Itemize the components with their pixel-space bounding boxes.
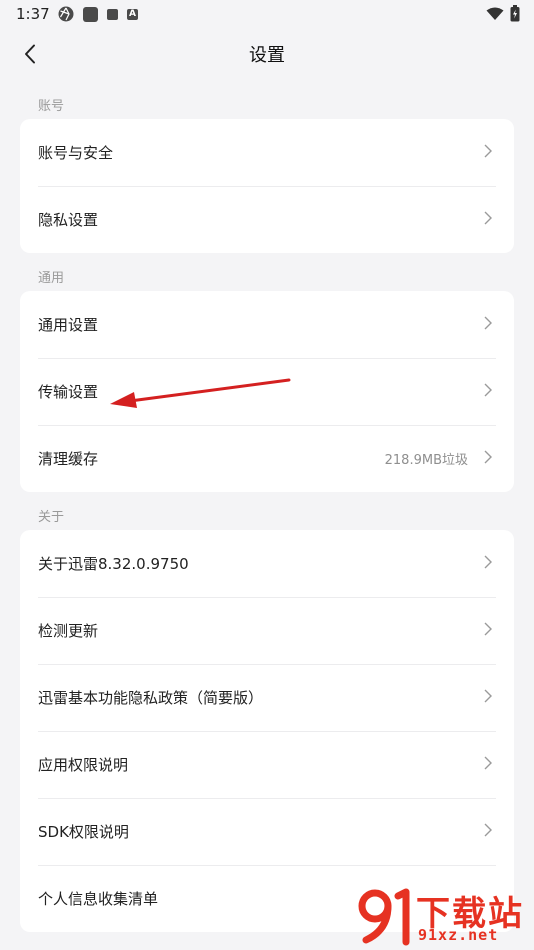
card-general: 通用设置 传输设置 清理缓存 218.9MB垃圾 [20, 291, 514, 492]
navigation-bar: 设置 [0, 28, 534, 80]
section-label-account: 账号 [38, 99, 65, 114]
chevron-right-icon [484, 689, 492, 703]
row-label: SDK权限说明 [38, 823, 129, 841]
a-notification-icon: A [127, 8, 138, 20]
watermark-domain: 91xz.net [418, 926, 499, 944]
chevron-right-icon [484, 316, 492, 330]
settings-row-account-security[interactable]: 账号与安全 [20, 119, 514, 186]
settings-row-privacy[interactable]: 隐私设置 [20, 186, 514, 253]
row-label: 隐私设置 [38, 211, 99, 229]
row-label: 应用权限说明 [38, 756, 129, 774]
status-time: 1:37 [16, 5, 50, 23]
chevron-right-icon [484, 756, 492, 770]
cache-size-value: 218.9MB垃圾 [384, 453, 468, 468]
status-notification-icons: A [58, 6, 138, 22]
settings-row-clear-cache[interactable]: 清理缓存 218.9MB垃圾 [20, 425, 514, 492]
row-label: 账号与安全 [38, 144, 114, 162]
card-account: 账号与安全 隐私设置 [20, 119, 514, 253]
settings-row-privacy-policy[interactable]: 迅雷基本功能隐私政策（简要版） [20, 664, 514, 731]
app-small-square-icon [107, 8, 118, 20]
aperture-icon [58, 6, 74, 22]
row-label: 迅雷基本功能隐私政策（简要版） [38, 689, 264, 707]
chevron-right-icon [484, 211, 492, 225]
section-label-about: 关于 [38, 510, 65, 525]
chevron-right-icon [484, 450, 492, 464]
chevron-right-icon [484, 144, 492, 158]
watermark-logo: 下载站 91xz.net [358, 886, 528, 946]
card-about: 关于迅雷8.32.0.9750 检测更新 迅雷基本功能隐私政策（简要版） 应用权… [20, 530, 514, 932]
section-label-general: 通用 [38, 271, 65, 286]
settings-row-transfer-settings[interactable]: 传输设置 [20, 358, 514, 425]
status-bar: 1:37 A [0, 0, 534, 28]
battery-icon [510, 5, 520, 22]
row-label: 关于迅雷8.32.0.9750 [38, 555, 189, 573]
row-label: 检测更新 [38, 622, 99, 640]
app-square-icon [83, 6, 98, 22]
watermark-91-icon [358, 888, 410, 946]
settings-row-check-update[interactable]: 检测更新 [20, 597, 514, 664]
wifi-icon [486, 7, 504, 20]
settings-row-about-version[interactable]: 关于迅雷8.32.0.9750 [20, 530, 514, 597]
chevron-right-icon [484, 622, 492, 636]
row-label: 通用设置 [38, 316, 99, 334]
chevron-right-icon [484, 383, 492, 397]
settings-row-sdk-permissions[interactable]: SDK权限说明 [20, 798, 514, 865]
settings-row-general-settings[interactable]: 通用设置 [20, 291, 514, 358]
row-label: 清理缓存 [38, 450, 99, 468]
chevron-right-icon [484, 555, 492, 569]
status-system-icons [486, 5, 520, 22]
page-title: 设置 [249, 45, 285, 66]
chevron-right-icon [484, 823, 492, 837]
row-label: 个人信息收集清单 [38, 890, 159, 908]
settings-row-app-permissions[interactable]: 应用权限说明 [20, 731, 514, 798]
row-label: 传输设置 [38, 383, 99, 401]
